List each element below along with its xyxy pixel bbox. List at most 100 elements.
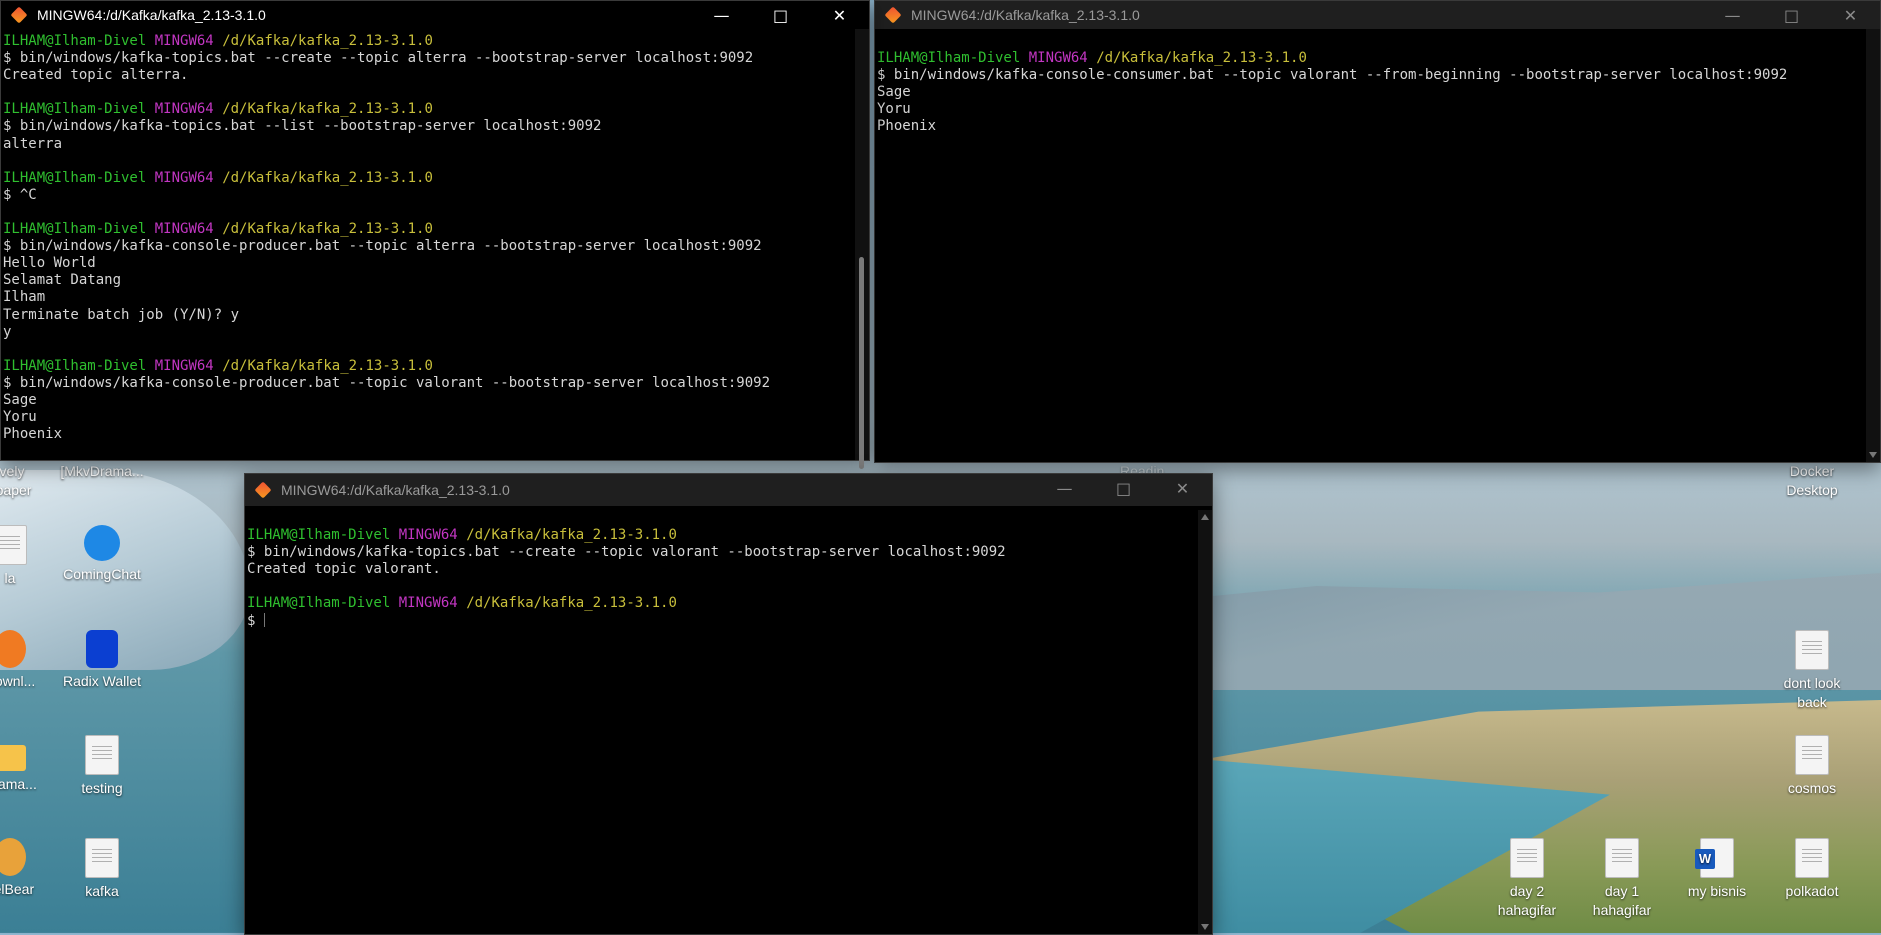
desktop-icon-testing[interactable]: testing bbox=[52, 735, 152, 798]
prompt-user: ILHAM@Ilham-Divel bbox=[3, 169, 147, 186]
prompt-line: ILHAM@Ilham-Divel MINGW64 /d/Kafka/kafka… bbox=[877, 50, 1862, 67]
prompt-path: /d/Kafka/kafka_2.13-3.1.0 bbox=[222, 33, 433, 49]
comingchat-icon bbox=[84, 525, 120, 561]
desktop-icon-label: polkadot bbox=[1785, 883, 1839, 899]
scrollbar-thumb[interactable] bbox=[859, 257, 864, 469]
line-text: $ bin/windows/kafka-console-consumer.bat… bbox=[877, 67, 1788, 84]
prompt-path: /d/Kafka/kafka_2.13-3.1.0 bbox=[222, 221, 433, 238]
bear-app-icon bbox=[0, 838, 26, 876]
scrollbar[interactable] bbox=[1198, 510, 1212, 934]
terminal-line: $ bin/windows/kafka-topics.bat --list --… bbox=[3, 118, 851, 135]
git-bash-icon bbox=[10, 6, 28, 24]
terminal-line: y bbox=[3, 324, 851, 341]
desktop-icon-downloader[interactable]: Downl... bbox=[0, 630, 60, 691]
prompt-user: ILHAM@Ilham-Divel bbox=[247, 527, 391, 544]
line-text: $ bin/windows/kafka-topics.bat --create … bbox=[3, 50, 754, 67]
terminal-line: Hello World bbox=[3, 255, 851, 272]
terminal-output[interactable]: ILHAM@Ilham-Divel MINGW64 /d/Kafka/kafka… bbox=[247, 510, 1194, 934]
terminal-window-producer[interactable]: MINGW64:/d/Kafka/kafka_2.13-3.1.0 — □ ✕ … bbox=[0, 0, 870, 469]
document-icon bbox=[85, 735, 119, 775]
maximize-button[interactable]: □ bbox=[751, 1, 810, 29]
desktop-icon-label: testing bbox=[81, 780, 123, 796]
window-title: MINGW64:/d/Kafka/kafka_2.13-3.1.0 bbox=[37, 7, 266, 23]
desktop-icon-dont-look-back[interactable]: dont look back bbox=[1762, 630, 1862, 712]
line-text: Created topic valorant. bbox=[247, 561, 441, 578]
document-icon bbox=[1795, 838, 1829, 878]
close-button[interactable]: ✕ bbox=[810, 1, 869, 29]
desktop-icon-polkadot[interactable]: polkadot bbox=[1762, 838, 1862, 901]
prompt-line: ILHAM@Ilham-Divel MINGW64 /d/Kafka/kafka… bbox=[247, 595, 1194, 612]
minimize-button[interactable]: — bbox=[1035, 474, 1094, 502]
desktop-icon-label: [MkvDrama... bbox=[60, 463, 144, 479]
terminal-output[interactable]: ILHAM@Ilham-Divel MINGW64 /d/Kafka/kafka… bbox=[3, 33, 851, 460]
minimize-button[interactable]: — bbox=[692, 1, 751, 29]
window-titlebar[interactable]: MINGW64:/d/Kafka/kafka_2.13-3.1.0 — □ ✕ bbox=[875, 1, 1880, 29]
line-text: Phoenix bbox=[3, 426, 63, 443]
desktop-icon-day2-hahagifar[interactable]: day 2 hahagifar bbox=[1477, 838, 1577, 920]
line-text: Selamat Datang bbox=[3, 272, 122, 289]
close-button[interactable]: ✕ bbox=[1153, 474, 1212, 502]
document-icon bbox=[85, 838, 119, 878]
desktop-icon-cosmos[interactable]: cosmos bbox=[1762, 735, 1862, 798]
desktop-icon-label: helBear bbox=[0, 881, 35, 897]
line-text: $ bin/windows/kafka-topics.bat --list --… bbox=[3, 118, 602, 135]
terminal-line: $ bbox=[247, 612, 1194, 630]
desktop-icon-comingchat[interactable]: ComingChat bbox=[52, 525, 152, 584]
desktop-icon-helbear[interactable]: helBear bbox=[0, 838, 60, 899]
window-titlebar[interactable]: MINGW64:/d/Kafka/kafka_2.13-3.1.0 — □ ✕ bbox=[1, 1, 869, 29]
line-text: $ bin/windows/kafka-console-producer.bat… bbox=[3, 238, 762, 255]
desktop-icon-kafka[interactable]: kafka bbox=[52, 838, 152, 901]
prompt-user: ILHAM@Ilham-Divel bbox=[3, 101, 147, 118]
terminal-line: Created topic alterra. bbox=[3, 67, 851, 84]
terminal-line: Phoenix bbox=[3, 426, 851, 443]
desktop-icon-docker-desktop[interactable]: Docker Desktop bbox=[1762, 462, 1862, 500]
terminal-line: Phoenix bbox=[877, 118, 1862, 135]
desktop-icon-drama-folder[interactable]: Drama... bbox=[0, 735, 60, 794]
desktop-icon-my-bisnis[interactable]: W my bisnis bbox=[1667, 838, 1767, 901]
terminal-line: Ilham bbox=[3, 289, 851, 306]
line-text: Sage bbox=[877, 84, 911, 101]
terminal-line: $ bin/windows/kafka-console-producer.bat… bbox=[3, 375, 851, 392]
scroll-down-arrow-icon[interactable] bbox=[1869, 452, 1877, 458]
scrollbar[interactable] bbox=[1866, 29, 1880, 462]
terminal-line: Sage bbox=[3, 392, 851, 409]
prompt-line: ILHAM@Ilham-Divel MINGW64 /d/Kafka/kafka… bbox=[3, 221, 851, 238]
window-titlebar[interactable]: MINGW64:/d/Kafka/kafka_2.13-3.1.0 — □ ✕ bbox=[245, 474, 1212, 506]
line-text: Sage bbox=[3, 391, 37, 408]
terminal-line: Yoru bbox=[877, 101, 1862, 118]
terminal-output[interactable]: ILHAM@Ilham-Divel MINGW64 /d/Kafka/kafka… bbox=[877, 33, 1862, 462]
text-cursor bbox=[263, 612, 265, 627]
terminal-line: $ bin/windows/kafka-console-consumer.bat… bbox=[877, 67, 1862, 84]
terminal-line: Sage bbox=[877, 84, 1862, 101]
folder-icon bbox=[0, 745, 26, 771]
minimize-button[interactable]: — bbox=[1703, 1, 1762, 29]
maximize-button[interactable]: □ bbox=[1094, 474, 1153, 502]
downloader-icon bbox=[0, 630, 26, 668]
line-text: Yoru bbox=[3, 409, 37, 426]
prompt-user: ILHAM@Ilham-Divel bbox=[3, 221, 147, 238]
desktop-icon-day1-hahagifar[interactable]: day 1 hahagifar bbox=[1572, 838, 1672, 920]
terminal-line: Selamat Datang bbox=[3, 272, 851, 289]
prompt-path: /d/Kafka/kafka_2.13-3.1.0 bbox=[466, 595, 677, 612]
desktop-icon-mkvdrama[interactable]: [MkvDrama... bbox=[52, 462, 152, 481]
prompt-line: ILHAM@Ilham-Divel MINGW64 /d/Kafka/kafka… bbox=[247, 527, 1194, 544]
document-icon bbox=[1795, 735, 1829, 775]
close-button[interactable]: ✕ bbox=[1821, 1, 1880, 29]
desktop-icon-label: Drama... bbox=[0, 776, 37, 792]
desktop-icon-la[interactable]: la bbox=[0, 525, 60, 588]
terminal-window-topics[interactable]: MINGW64:/d/Kafka/kafka_2.13-3.1.0 — □ ✕ … bbox=[244, 473, 1213, 935]
desktop-icon-radix-wallet[interactable]: Radix Wallet bbox=[52, 630, 152, 691]
scroll-down-arrow-icon[interactable] bbox=[1201, 924, 1209, 930]
scrollbar[interactable] bbox=[855, 29, 869, 469]
prompt-path: /d/Kafka/kafka_2.13-3.1.0 bbox=[466, 527, 677, 544]
prompt-host: MINGW64 bbox=[398, 595, 458, 612]
scroll-up-arrow-icon[interactable] bbox=[1201, 514, 1209, 520]
maximize-button[interactable]: □ bbox=[1762, 1, 1821, 29]
terminal-window-consumer[interactable]: MINGW64:/d/Kafka/kafka_2.13-3.1.0 — □ ✕ … bbox=[874, 0, 1881, 463]
line-text: Yoru bbox=[877, 101, 911, 118]
prompt-host: MINGW64 bbox=[154, 357, 214, 374]
